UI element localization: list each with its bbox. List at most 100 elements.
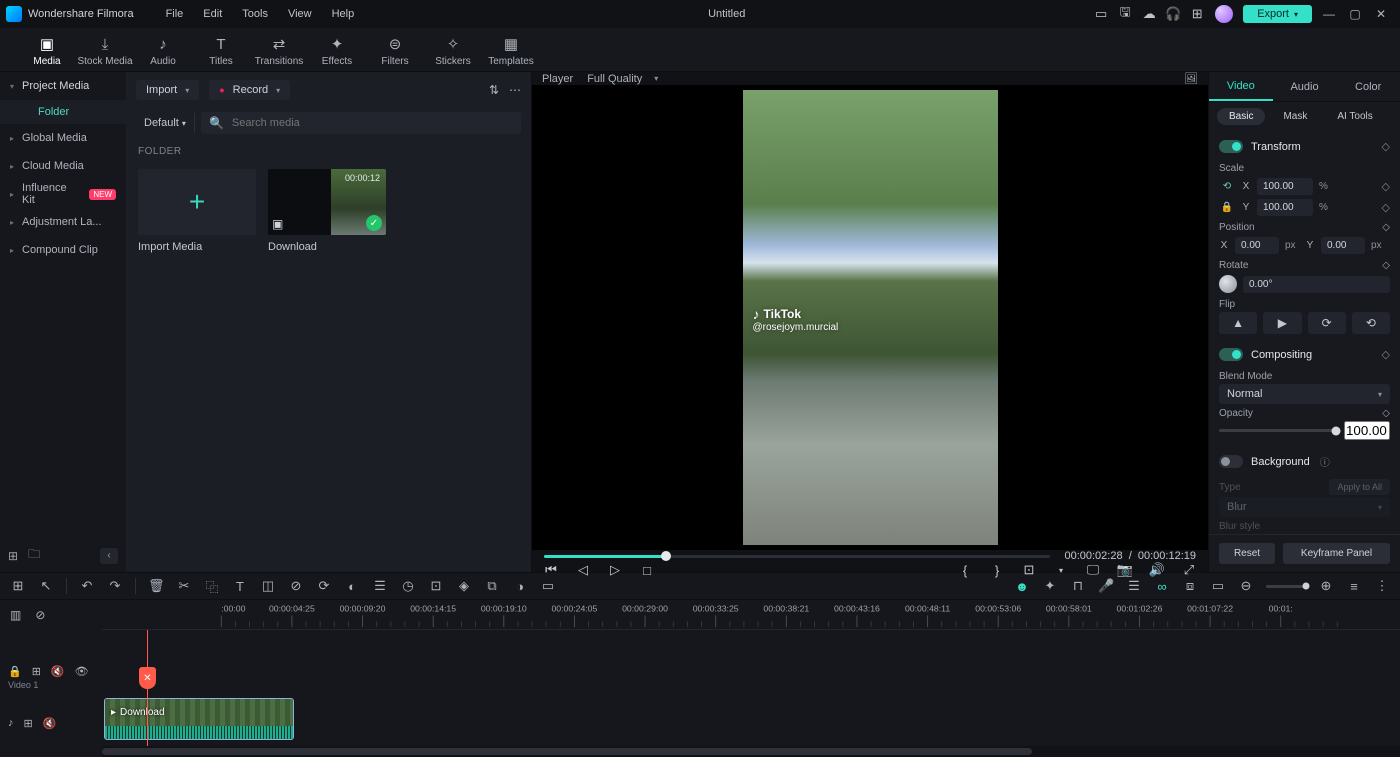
apply-to-all-button[interactable]: Apply to All (1329, 479, 1390, 495)
mode-titles[interactable]: TTitles (192, 35, 250, 71)
audio-target-icon[interactable]: ⊞ (24, 717, 33, 730)
keyframe-tool-icon[interactable]: ◈ (456, 578, 472, 594)
adjust-icon[interactable]: ☰ (372, 578, 388, 594)
mark-out-button[interactable]: } (988, 563, 1006, 578)
rotate-cw-button[interactable]: ⟳ (1308, 312, 1346, 334)
menu-file[interactable]: File (156, 8, 194, 20)
reset-button[interactable]: Reset (1219, 543, 1275, 564)
headphones-icon[interactable]: 🎧 (1161, 2, 1185, 26)
camera-icon[interactable]: 📷 (1116, 562, 1134, 578)
keyframe-icon[interactable]: ◇ (1382, 348, 1390, 361)
mode-stock-media[interactable]: ⤓Stock Media (76, 35, 134, 71)
keyframe-icon[interactable]: ◇ (1382, 201, 1390, 214)
tab-audio[interactable]: Audio (1273, 72, 1337, 101)
timeline-menu-icon[interactable]: ⋮ (1374, 578, 1390, 594)
link-tracks-icon[interactable]: ⊘ (35, 608, 45, 622)
mode-filters[interactable]: ⊜Filters (366, 35, 424, 71)
keyframe-icon[interactable]: ◇ (1382, 408, 1390, 419)
audio-lock-icon[interactable]: ♪ (8, 717, 14, 729)
zoom-out-icon[interactable]: ⊖ (1238, 578, 1254, 594)
sidebar-item-project-media[interactable]: ▾Project Media (0, 72, 126, 100)
timeline-clip[interactable]: ▸Download (104, 698, 294, 740)
pos-x-input[interactable] (1235, 237, 1279, 254)
rotate-knob[interactable] (1219, 275, 1237, 293)
prev-frame-button[interactable]: ⏮ (542, 562, 560, 578)
marker-tool-icon[interactable]: ✦ (1042, 578, 1058, 594)
bg-type-select[interactable]: Blur▾ (1219, 497, 1390, 517)
auto-beat-icon[interactable]: ∞ (1154, 579, 1170, 594)
select-tool-icon[interactable]: ↖ (38, 578, 54, 594)
collapse-sidebar-icon[interactable]: ‹ (100, 548, 118, 564)
search-input[interactable] (232, 117, 513, 129)
subtab-ai-tools[interactable]: AI Tools (1325, 108, 1384, 125)
scale-y-input[interactable] (1257, 199, 1313, 216)
mode-media[interactable]: ▣Media (18, 35, 76, 71)
zoom-slider[interactable] (1266, 585, 1306, 588)
preview-icon[interactable]: ▭ (1210, 578, 1226, 594)
transform-toggle[interactable] (1219, 140, 1243, 153)
snap-icon[interactable]: ⧈ (1182, 578, 1198, 594)
track-target-icon[interactable]: ⊞ (32, 665, 41, 678)
link-icon[interactable]: ⟲ (1219, 181, 1235, 192)
sidebar-sub-folder[interactable]: Folder (0, 100, 126, 124)
user-avatar[interactable] (1215, 5, 1233, 23)
audio-mute-icon[interactable]: 🔇 (43, 717, 57, 730)
mode-effects[interactable]: ✦Effects (308, 35, 366, 71)
mode-stickers[interactable]: ✧Stickers (424, 35, 482, 71)
fullscreen-icon[interactable]: ⤢ (1180, 562, 1198, 578)
apps-icon[interactable]: ⊞ (1185, 2, 1209, 26)
subtab-basic[interactable]: Basic (1217, 108, 1265, 125)
media-tile-download[interactable]: ▣ 00:00:12 ✓ Download (268, 169, 386, 253)
player-scrub-track[interactable] (544, 555, 1050, 558)
zoom-in-icon[interactable]: ⊕ (1318, 578, 1334, 594)
new-folder-icon[interactable]: 🗀 (28, 545, 40, 566)
playhead-handle[interactable]: ✕ (139, 667, 156, 689)
split-icon[interactable]: ✂ (176, 578, 192, 594)
scrub-handle[interactable] (661, 551, 671, 561)
menu-view[interactable]: View (278, 8, 322, 20)
info-icon[interactable]: ⓘ (1320, 454, 1330, 469)
track-focus-icon[interactable]: ⊡ (428, 578, 444, 594)
lock-icon[interactable]: 🔒 (1219, 202, 1235, 213)
group-icon[interactable]: ⧉ (484, 578, 500, 594)
chevron-down-icon[interactable]: ▾ (1052, 566, 1070, 575)
refresh-icon[interactable]: ⟳ (316, 578, 332, 594)
more-icon[interactable]: ⋯ (509, 83, 521, 97)
undo-icon[interactable]: ↶ (79, 578, 95, 594)
opacity-slider[interactable] (1219, 429, 1336, 432)
import-media-tile[interactable]: + Import Media (138, 169, 256, 253)
stop-button[interactable]: □ (638, 563, 656, 578)
default-sort[interactable]: Default ▾ (136, 113, 195, 133)
text-icon[interactable]: T (232, 579, 248, 594)
rotate-ccw-button[interactable]: ⟲ (1352, 312, 1390, 334)
opacity-input[interactable] (1344, 421, 1390, 440)
keyframe-panel-button[interactable]: Keyframe Panel (1283, 543, 1390, 564)
flip-vertical-button[interactable]: ▶ (1263, 312, 1301, 334)
sidebar-item-influence-kit[interactable]: ▸Influence KitNEW (0, 180, 126, 208)
window-close[interactable]: ✕ (1368, 7, 1394, 21)
sort-icon[interactable]: ⇅ (489, 83, 499, 97)
keyframe-icon[interactable]: ◇ (1382, 222, 1390, 233)
tab-video[interactable]: Video (1209, 72, 1273, 101)
mode-templates[interactable]: ▦Templates (482, 35, 540, 71)
save-icon[interactable]: 🖫 (1113, 2, 1137, 26)
layout-icon[interactable]: ⊞ (10, 578, 26, 594)
track-manage-icon[interactable]: ▥ (10, 608, 21, 622)
window-minimize[interactable]: — (1316, 7, 1342, 21)
flip-horizontal-button[interactable]: ▲ (1219, 312, 1257, 334)
timeline-tracks[interactable]: ✕ ▸Download (102, 630, 1400, 746)
subtab-mask[interactable]: Mask (1271, 108, 1319, 125)
render-icon[interactable]: ▭ (540, 578, 556, 594)
keyframe-icon[interactable]: ◇ (1382, 140, 1390, 153)
crop-icon[interactable]: ⿻ (204, 577, 220, 596)
rotate-input[interactable] (1243, 276, 1390, 293)
pos-y-input[interactable] (1321, 237, 1365, 254)
play-backward-button[interactable]: ◁ (574, 562, 592, 578)
mode-audio[interactable]: ♪Audio (134, 35, 192, 71)
import-dropdown[interactable]: Import▾ (136, 80, 199, 100)
keyframe-icon[interactable]: ◇ (1382, 180, 1390, 193)
timeline-ruler[interactable]: :00:0000:00:04:2500:00:09:2000:00:14:150… (102, 600, 1400, 630)
mic-icon[interactable]: 🎤 (1098, 578, 1114, 594)
mask-tool-icon[interactable]: ◑ (512, 579, 528, 594)
record-dropdown[interactable]: ●Record▾ (209, 80, 290, 100)
